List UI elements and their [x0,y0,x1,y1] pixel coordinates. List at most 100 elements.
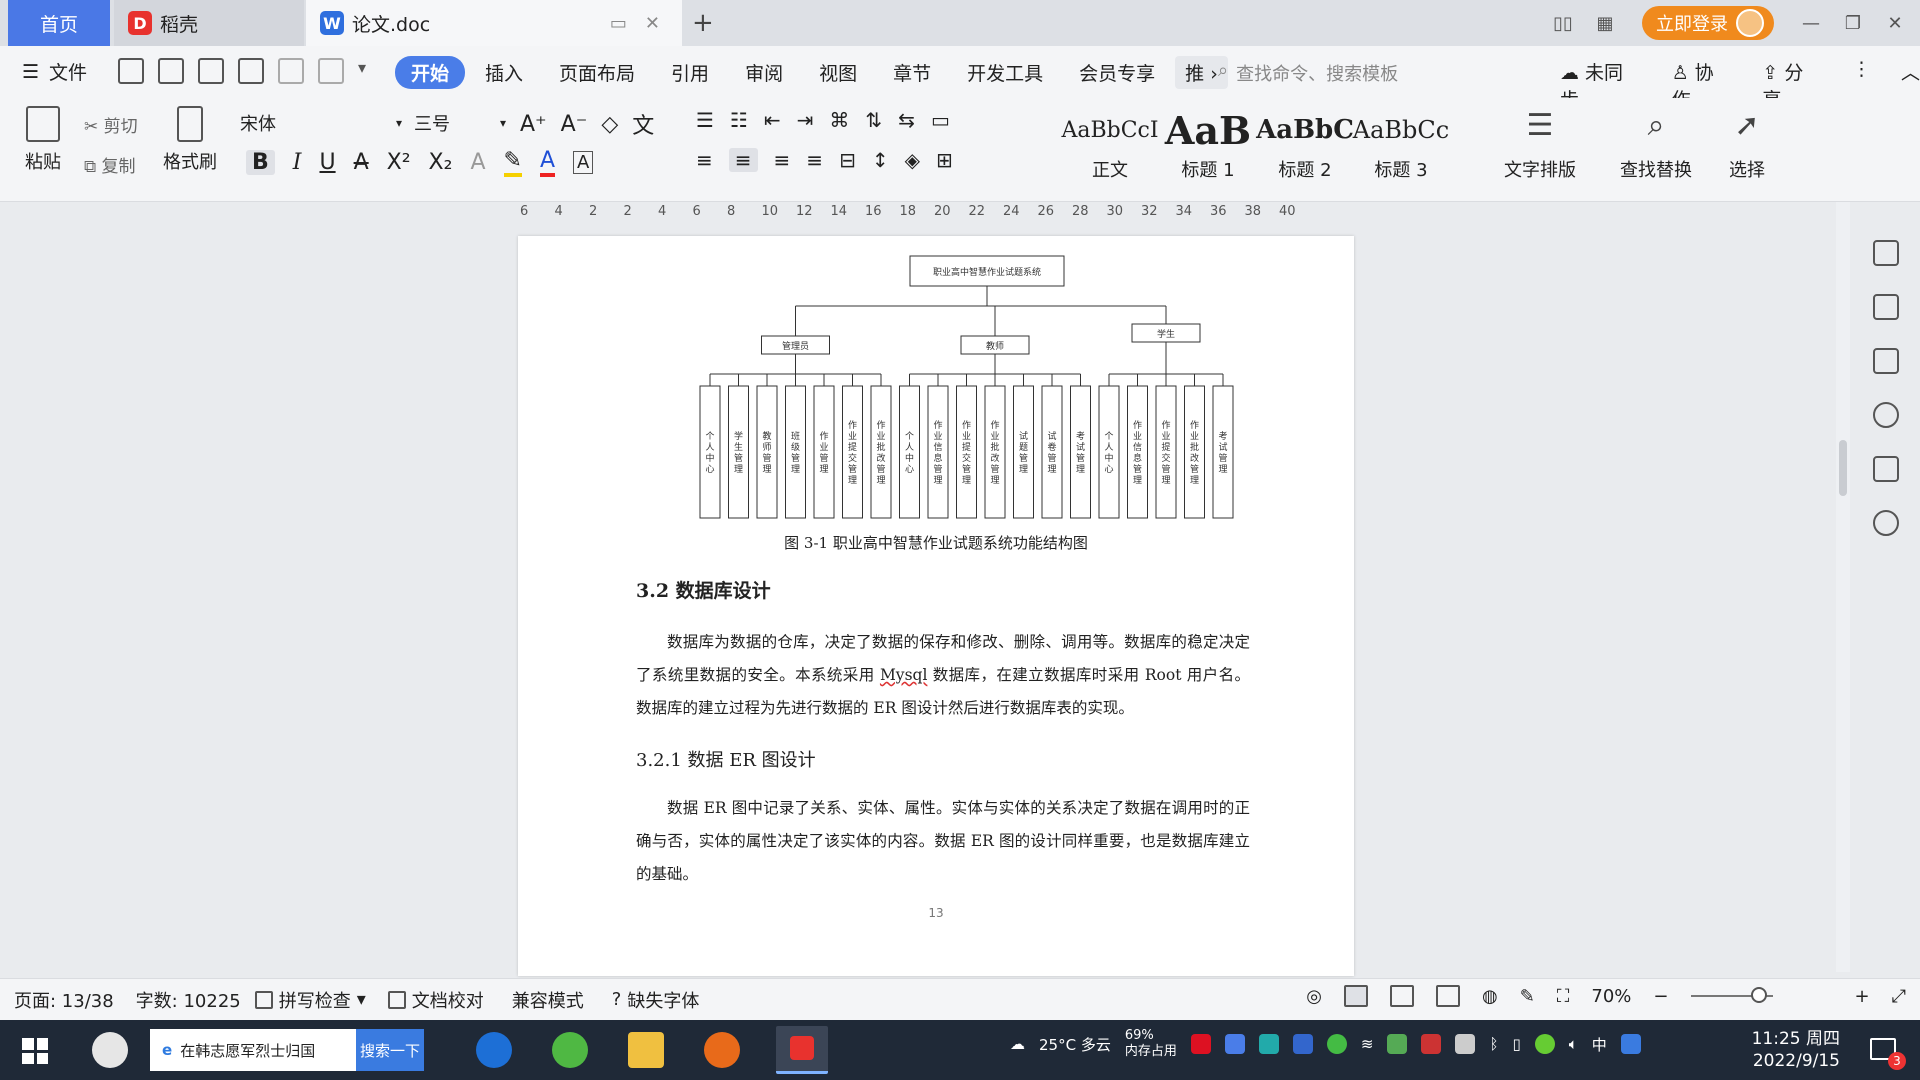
restore-icon[interactable]: ❐ [1836,8,1870,38]
tab-start[interactable]: 开始 [395,56,466,89]
tray-app-icon[interactable] [1326,1034,1347,1054]
customize-chevron-icon[interactable]: ▾ [358,58,366,84]
shrink-font-icon[interactable]: A⁻ [561,112,588,137]
text-direction-icon[interactable]: ⇆ [898,108,915,132]
command-search[interactable]: ⌕ 查找命令、搜索模板 [1218,60,1398,86]
show-marks-icon[interactable]: ▭ [931,108,950,132]
tray-app-icon[interactable] [1534,1034,1555,1054]
phonetic-icon[interactable]: 文 [632,108,654,140]
italic-button[interactable]: I [293,150,302,175]
bold-button[interactable]: B [246,150,275,175]
minimize-icon[interactable]: — [1794,8,1828,38]
align-right-icon[interactable]: ≡ [774,148,791,172]
page-indicator[interactable]: 页面: 13/38 [14,987,114,1013]
borders-icon[interactable]: ⊞ [936,148,953,172]
tab-developer[interactable]: 开发工具 [951,56,1059,89]
text-layout-button[interactable]: ☰ 文字排版 [1494,108,1586,182]
numbered-list-icon[interactable]: ☷ [730,108,748,132]
tab-review[interactable]: 审阅 [729,56,799,89]
help-icon[interactable] [1873,402,1899,428]
tray-app-icon[interactable] [1620,1034,1641,1054]
wifi-icon[interactable]: ≋ [1361,1035,1374,1053]
align-center-icon[interactable]: ≡ [728,148,758,172]
find-replace-button[interactable]: ⌕ 查找替换 [1610,108,1702,182]
paste-button[interactable]: 粘贴 [18,106,68,174]
decrease-indent-icon[interactable]: ⇤ [764,108,781,132]
select-button[interactable]: ➚ 选择 [1714,108,1780,182]
font-family-select[interactable]: 宋体 ▾ [240,108,402,138]
style-heading1[interactable]: AaB 标题 1 [1162,108,1254,182]
pen-mode-icon[interactable]: ✎ [1520,986,1535,1007]
format-painter-button[interactable]: 格式刷 [160,106,220,174]
usb-icon[interactable]: ▯ [1512,1035,1520,1053]
vertical-scrollbar[interactable] [1836,202,1850,972]
increase-indent-icon[interactable]: ⇥ [797,108,814,132]
pinwheel-app-icon[interactable] [92,1032,128,1068]
battery-icon[interactable] [1455,1034,1476,1054]
fit-page-icon[interactable]: ⛶ [1557,986,1570,1007]
tab-home[interactable]: 首页 [8,0,110,46]
shading-icon[interactable]: ◈ [905,148,920,172]
new-tab-button[interactable]: + [692,8,714,38]
compass-icon[interactable] [1873,510,1899,536]
print-icon[interactable] [198,58,224,84]
tab-references[interactable]: 引用 [655,56,725,89]
superscript-button[interactable]: X² [387,150,411,175]
game-app-icon[interactable] [704,1032,740,1068]
outline-view-icon[interactable] [1389,985,1414,1007]
ime-indicator[interactable]: 中 [1592,1034,1607,1055]
zoom-slider[interactable] [1690,987,1773,1003]
windows-start-icon[interactable] [22,1038,48,1064]
word-count[interactable]: 字数: 10225 [136,987,241,1013]
redo-icon[interactable] [318,58,344,84]
web-view-icon[interactable]: ◍ [1482,986,1498,1007]
shield-icon[interactable] [1292,1034,1313,1054]
qq-icon[interactable] [1421,1034,1442,1054]
weather-text[interactable]: 25°C 多云 [1039,1034,1111,1055]
zoom-out-icon[interactable]: − [1653,986,1668,1007]
missing-font-button[interactable]: ? 缺失字体 [612,987,700,1013]
line-spacing-icon[interactable]: ↕ [872,148,889,172]
tab-view[interactable]: 视图 [803,56,873,89]
memory-indicator[interactable]: 69% 内存占用 [1125,1028,1177,1060]
strikethrough-button[interactable]: A [354,150,369,175]
pen-icon[interactable] [1873,240,1899,266]
distributed-icon[interactable]: ⊟ [839,148,856,172]
page-view-icon[interactable] [1343,985,1368,1007]
fullscreen-icon[interactable]: ⤢ [1892,986,1906,1007]
style-heading3[interactable]: AaBbCc 标题 3 [1353,108,1449,182]
tray-app-icon[interactable] [1190,1034,1211,1054]
copy-button[interactable]: ⧉ 复制 [84,152,136,177]
font-color-icon[interactable]: A [539,148,555,177]
spell-check-button[interactable]: 拼写检查 ▾ [254,987,366,1013]
save-icon[interactable] [118,58,144,84]
translate-icon[interactable] [1873,456,1899,482]
align-left-icon[interactable]: ≡ [696,148,713,172]
export-icon[interactable] [158,58,184,84]
zoom-slider-knob[interactable] [1750,987,1767,1003]
tray-app-icon[interactable] [1258,1034,1279,1054]
print-preview-icon[interactable] [238,58,264,84]
tray-app-icon[interactable] [1224,1034,1245,1054]
scrollbar-thumb[interactable] [1839,440,1847,496]
nvidia-icon[interactable] [1387,1034,1408,1054]
tab-page-layout[interactable]: 页面布局 [543,56,651,89]
close-icon[interactable]: ✕ [1878,8,1912,38]
green-browser-icon[interactable] [552,1032,588,1068]
font-size-select[interactable]: 三号 ▾ [414,108,506,138]
clock[interactable]: 11:25 周四 2022/9/15 [1752,1028,1840,1072]
highlight-icon[interactable]: ✎ [503,148,522,177]
horizontal-ruler[interactable]: 6 4 2 2 4 6 8 10 12 14 16 18 20 22 24 26 28 30 32 34 36 38 40 [520,202,1340,222]
taskbar-search-button[interactable]: 搜索一下 [356,1029,424,1071]
doc-proof-button[interactable]: 文档校对 [387,987,484,1013]
login-button[interactable]: 立即登录 [1642,6,1774,40]
subscript-button[interactable]: X₂ [429,150,453,175]
grow-font-icon[interactable]: A⁺ [520,112,547,137]
tab-document[interactable]: W 论文.doc ▭ ✕ [306,0,682,46]
weather-icon[interactable]: ☁ [1010,1035,1025,1053]
document-page[interactable]: 职业高中智慧作业试题系统 管理员个人中心学生管理教师管理班级管理作业管理作业提交管… [518,236,1354,976]
sliders-icon[interactable] [1873,348,1899,374]
bluetooth-icon[interactable]: ᛒ [1489,1035,1498,1053]
zoom-level[interactable]: 70% [1591,986,1631,1007]
grid-icon[interactable]: ▦ [1588,8,1622,38]
